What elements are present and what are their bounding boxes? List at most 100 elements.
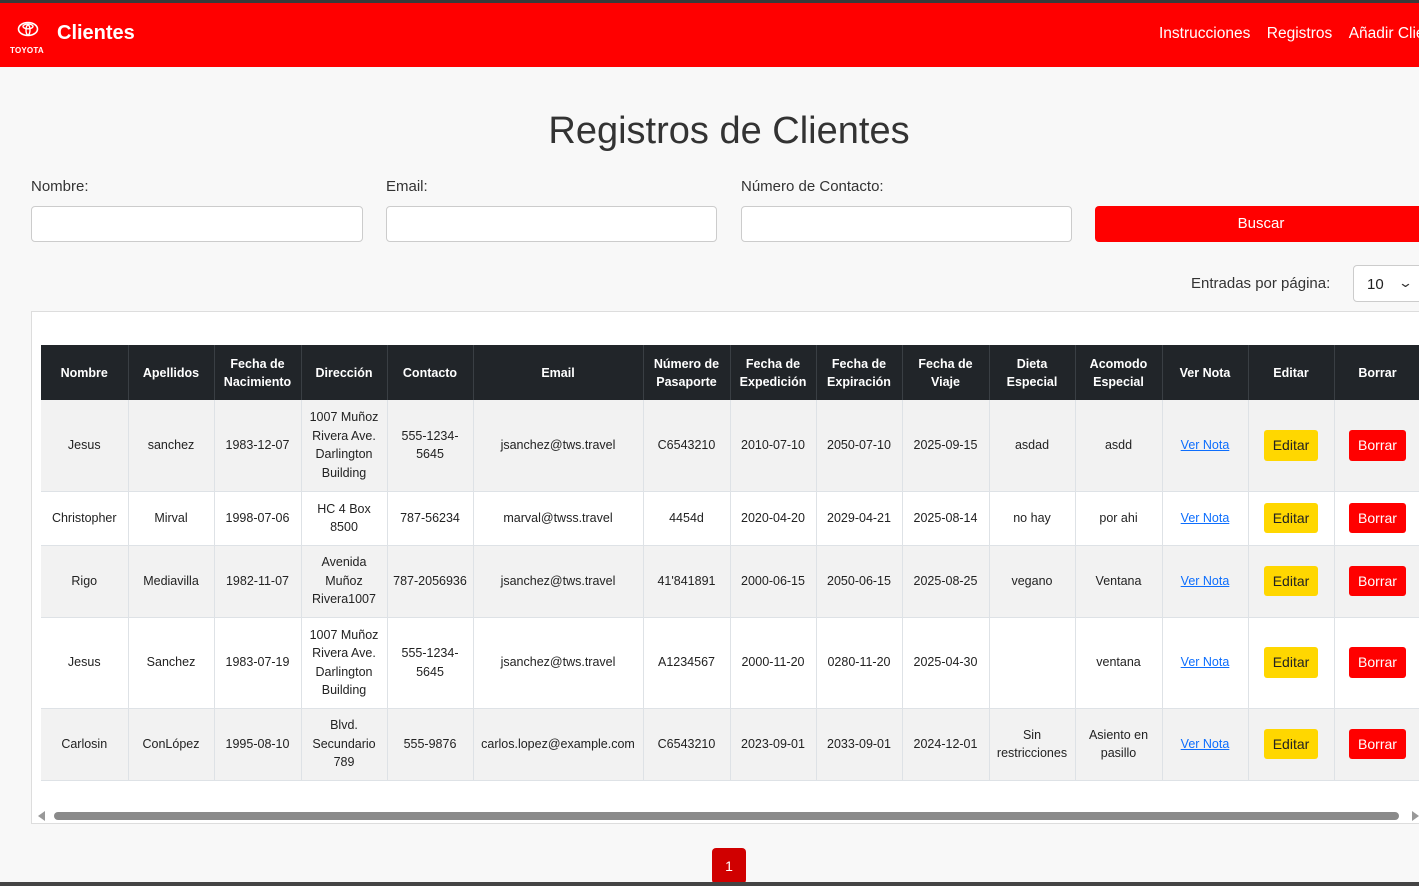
cell-nombre: Jesus: [41, 400, 129, 492]
edit-button[interactable]: Editar: [1263, 565, 1319, 597]
header-acomodo-especial: Acomodo Especial: [1075, 345, 1163, 400]
header-nombre: Nombre: [41, 345, 129, 400]
header-email: Email: [473, 345, 644, 400]
cell-nombre: Rigo: [41, 545, 129, 618]
table-container: Nombre Apellidos Fecha de Nacimiento Dir…: [31, 311, 1419, 824]
nav-link-registros[interactable]: Registros: [1267, 25, 1332, 42]
delete-button[interactable]: Borrar: [1349, 728, 1406, 760]
delete-button[interactable]: Borrar: [1349, 430, 1406, 461]
header-editar: Editar: [1248, 345, 1335, 400]
cell-ver-nota: Ver Nota: [1162, 491, 1249, 546]
cell-borrar: Borrar: [1334, 708, 1419, 781]
edit-button[interactable]: Editar: [1263, 647, 1319, 678]
logo-text: TOYOTA: [10, 46, 44, 55]
edit-button[interactable]: Editar: [1263, 430, 1319, 461]
email-label: Email:: [386, 178, 428, 195]
delete-button[interactable]: Borrar: [1349, 647, 1406, 678]
cell-nacimiento: 1983-12-07: [214, 400, 302, 492]
cell-apellidos: ConLópez: [128, 708, 215, 781]
ver-nota-link[interactable]: Ver Nota: [1181, 737, 1230, 751]
delete-button[interactable]: Borrar: [1349, 502, 1406, 534]
cell-acomodo: por ahi: [1075, 491, 1163, 546]
table-header-row: Nombre Apellidos Fecha de Nacimiento Dir…: [41, 345, 1419, 400]
cell-ver-nota: Ver Nota: [1162, 545, 1249, 618]
cell-editar: Editar: [1248, 545, 1335, 618]
cell-viaje: 2025-09-15: [902, 400, 990, 492]
cell-direccion: Avenida Muñoz Rivera1007: [301, 545, 388, 618]
edit-button[interactable]: Editar: [1263, 502, 1319, 534]
cell-expedicion: 2000-06-15: [730, 545, 817, 618]
cell-contacto: 787-56234: [387, 491, 474, 546]
header-apellidos: Apellidos: [128, 345, 215, 400]
cell-ver-nota: Ver Nota: [1162, 708, 1249, 781]
ver-nota-link[interactable]: Ver Nota: [1181, 655, 1230, 669]
cell-nombre: Christopher: [41, 491, 129, 546]
cell-pasaporte: C6543210: [643, 400, 731, 492]
nav-link-instrucciones[interactable]: Instrucciones: [1159, 25, 1250, 42]
nav-links: Instrucciones Registros Añadir Clientes: [1159, 25, 1419, 43]
pagination-page-1[interactable]: 1: [712, 848, 746, 884]
cell-expedicion: 2023-09-01: [730, 708, 817, 781]
search-button[interactable]: Buscar: [1095, 206, 1419, 242]
scroll-right-arrow-icon[interactable]: [1412, 811, 1419, 821]
cell-editar: Editar: [1248, 400, 1335, 492]
header-direccion: Dirección: [301, 345, 388, 400]
cell-expiracion: 0280-11-20: [816, 617, 903, 709]
cell-editar: Editar: [1248, 491, 1335, 546]
cell-pasaporte: A1234567: [643, 617, 731, 709]
entries-per-page-select[interactable]: 10 ⌄: [1353, 265, 1419, 302]
cell-direccion: 1007 Muñoz Rivera Ave. Darlington Buildi…: [301, 400, 388, 492]
table-row: Carlosin ConLópez 1995-08-10 Blvd. Secun…: [41, 708, 1419, 781]
cell-borrar: Borrar: [1334, 617, 1419, 709]
name-input[interactable]: [31, 206, 363, 242]
ver-nota-link[interactable]: Ver Nota: [1181, 574, 1230, 588]
cell-viaje: 2025-04-30: [902, 617, 990, 709]
cell-pasaporte: C6543210: [643, 708, 731, 781]
cell-email: jsanchez@tws.travel: [473, 545, 644, 618]
cell-dieta: vegano: [989, 545, 1076, 618]
ver-nota-link[interactable]: Ver Nota: [1181, 438, 1230, 452]
brand-title[interactable]: Clientes: [57, 22, 135, 45]
cell-direccion: 1007 Muñoz Rivera Ave. Darlington Buildi…: [301, 617, 388, 709]
scroll-left-arrow-icon[interactable]: [38, 811, 45, 821]
edit-button[interactable]: Editar: [1263, 728, 1319, 760]
cell-nacimiento: 1998-07-06: [214, 491, 302, 546]
toyota-logo[interactable]: TOYOTA: [9, 21, 49, 59]
cell-ver-nota: Ver Nota: [1162, 617, 1249, 709]
email-input[interactable]: [386, 206, 717, 242]
contact-input[interactable]: [741, 206, 1072, 242]
page-title: Registros de Clientes: [548, 110, 910, 152]
entries-per-page-value: 10: [1367, 276, 1384, 293]
ver-nota-link[interactable]: Ver Nota: [1181, 511, 1230, 525]
cell-contacto: 555-1234-5645: [387, 617, 474, 709]
header-fecha-expiracion: Fecha de Expiración: [816, 345, 903, 400]
cell-pasaporte: 41'841891: [643, 545, 731, 618]
clients-table: Nombre Apellidos Fecha de Nacimiento Dir…: [41, 345, 1419, 781]
cell-direccion: HC 4 Box 8500: [301, 491, 388, 546]
cell-direccion: Blvd. Secundario 789: [301, 708, 388, 781]
cell-acomodo: Ventana: [1075, 545, 1163, 618]
cell-dieta: [989, 617, 1076, 709]
cell-acomodo: asdd: [1075, 400, 1163, 492]
window-bottom-border: [0, 882, 1419, 886]
table-row: Jesus Sanchez 1983-07-19 1007 Muñoz Rive…: [41, 617, 1419, 709]
cell-contacto: 555-9876: [387, 708, 474, 781]
cell-expiracion: 2033-09-01: [816, 708, 903, 781]
horizontal-scrollbar[interactable]: [32, 809, 1419, 823]
header-fecha-viaje: Fecha de Viaje: [902, 345, 990, 400]
cell-borrar: Borrar: [1334, 491, 1419, 546]
cell-email: jsanchez@tws.travel: [473, 617, 644, 709]
cell-email: marval@twss.travel: [473, 491, 644, 546]
cell-nacimiento: 1982-11-07: [214, 545, 302, 618]
navbar: TOYOTA Clientes Instrucciones Registros …: [0, 3, 1419, 67]
cell-contacto: 787-2056936: [387, 545, 474, 618]
delete-button[interactable]: Borrar: [1349, 565, 1406, 597]
header-fecha-nacimiento: Fecha de Nacimiento: [214, 345, 302, 400]
nav-link-anadir-clientes[interactable]: Añadir Clientes: [1349, 25, 1419, 42]
cell-nombre: Jesus: [41, 617, 129, 709]
cell-nacimiento: 1983-07-19: [214, 617, 302, 709]
cell-expiracion: 2029-04-21: [816, 491, 903, 546]
cell-pasaporte: 4454d: [643, 491, 731, 546]
cell-acomodo: Asiento en pasillo: [1075, 708, 1163, 781]
scrollbar-thumb[interactable]: [54, 812, 1399, 820]
